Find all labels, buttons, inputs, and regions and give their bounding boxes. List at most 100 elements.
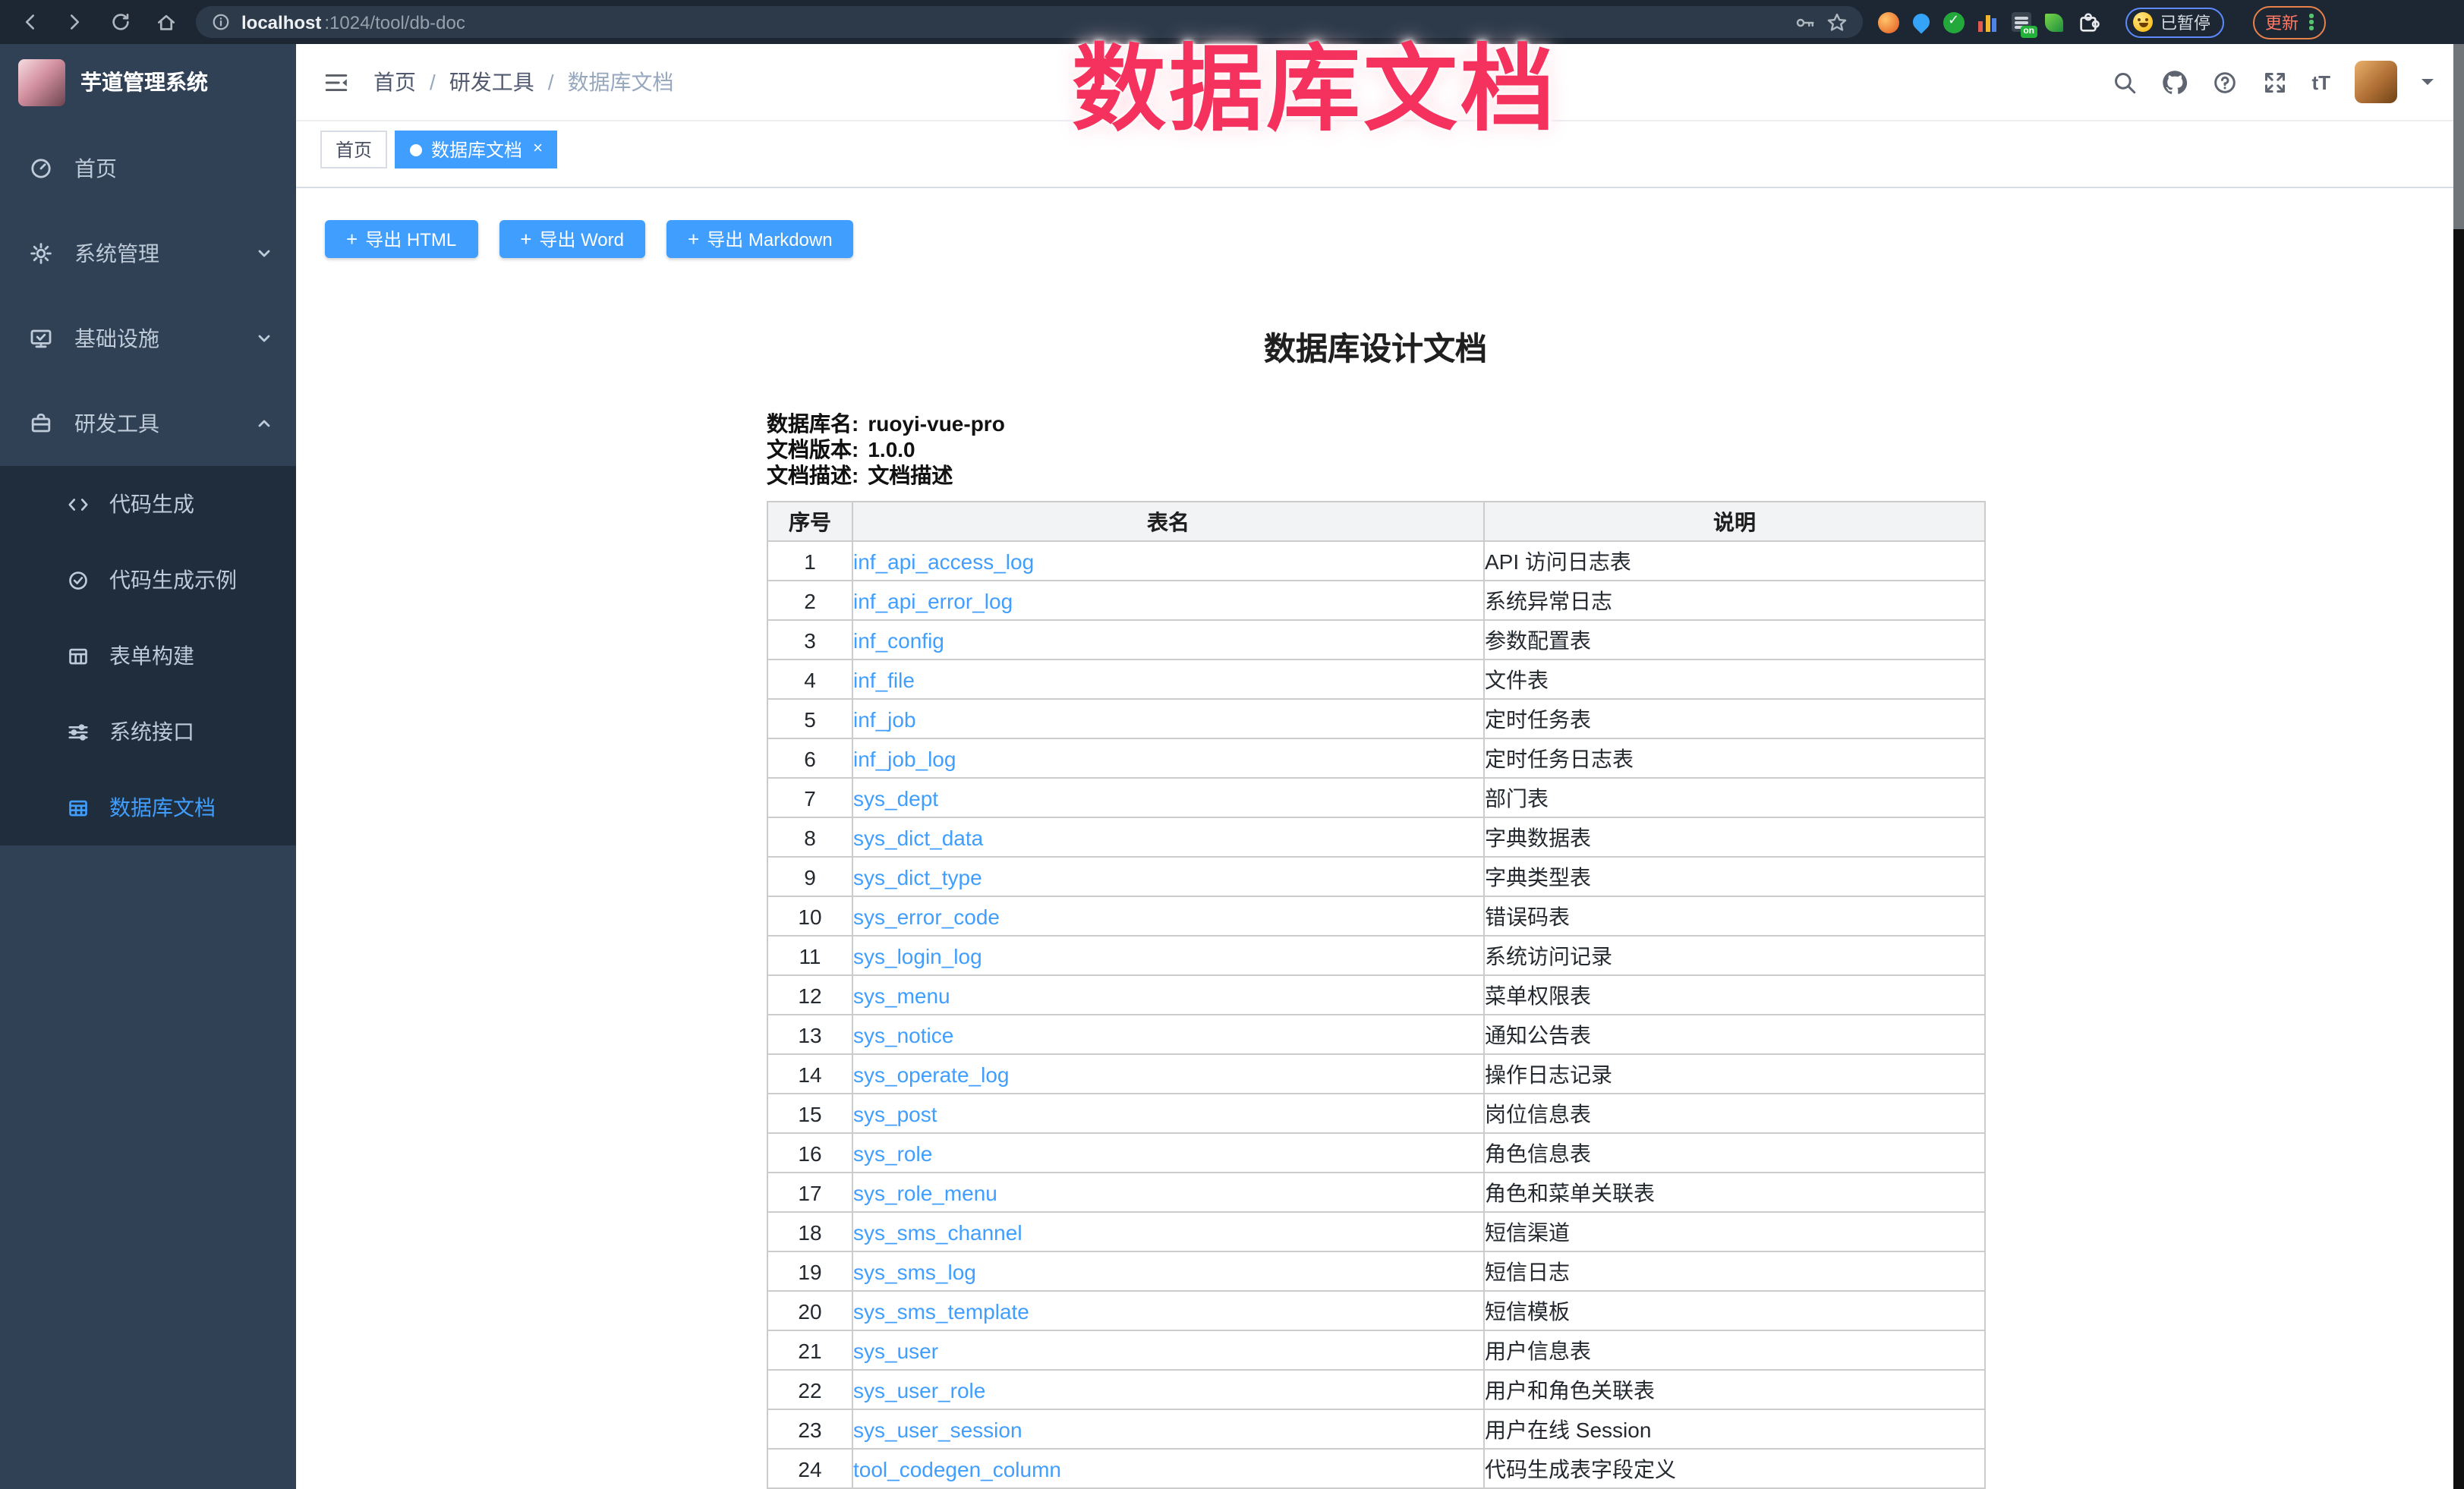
table-name-link[interactable]: inf_job xyxy=(853,707,916,731)
table-desc: 用户信息表 xyxy=(1484,1330,1985,1370)
sidebar-item-code-gen-example[interactable]: 代码生成示例 xyxy=(0,542,296,618)
key-icon[interactable] xyxy=(1794,11,1816,33)
breadcrumb-dev-tools[interactable]: 研发工具 xyxy=(449,67,534,97)
sidebar-item-code-gen[interactable]: 代码生成 xyxy=(0,466,296,542)
scrollbar-thumb[interactable] xyxy=(2453,44,2464,229)
table-name-link[interactable]: inf_file xyxy=(853,667,915,691)
table-row: 14 sys_operate_log 操作日志记录 xyxy=(767,1054,1985,1094)
table-name-link[interactable]: inf_api_access_log xyxy=(853,549,1034,573)
browser-update-menu[interactable]: 更新 xyxy=(2253,5,2325,39)
table-name-link[interactable]: sys_sms_log xyxy=(853,1259,976,1283)
table-name-link[interactable]: sys_role xyxy=(853,1141,932,1165)
collapse-sidebar-icon[interactable] xyxy=(323,69,349,95)
url-bar[interactable]: localhost:1024/tool/db-doc xyxy=(196,6,1863,38)
kebab-menu-icon[interactable] xyxy=(2309,14,2313,30)
table-name-link[interactable]: sys_dict_data xyxy=(853,825,983,849)
sidebar-submenu-dev-tools: 代码生成 代码生成示例 表单构建 系统接口 数据库文档 xyxy=(0,466,296,845)
export-toolbar: + 导出 HTML + 导出 Word + 导出 Markdown xyxy=(325,220,2464,258)
breadcrumb-current: 数据库文档 xyxy=(568,67,674,97)
table-name-link[interactable]: inf_api_error_log xyxy=(853,588,1013,612)
fullscreen-icon[interactable] xyxy=(2261,69,2287,95)
sidebar: 芋道管理系统 首页 系统管理 基础设施 xyxy=(0,44,296,1489)
paused-extension-badge[interactable]: 已暂停 xyxy=(2125,7,2224,37)
field-value: 1.0.0 xyxy=(868,437,915,463)
close-tab-icon[interactable]: × xyxy=(533,141,543,158)
github-icon[interactable] xyxy=(2161,69,2187,95)
breadcrumb-home[interactable]: 首页 xyxy=(373,67,416,97)
table-name-link[interactable]: sys_dept xyxy=(853,785,938,810)
switch-extension-icon[interactable]: on xyxy=(2012,12,2031,32)
tab-label: 数据库文档 xyxy=(431,137,522,162)
sidebar-item-home[interactable]: 首页 xyxy=(0,126,296,211)
table-desc: 角色信息表 xyxy=(1484,1133,1985,1173)
table-name-link[interactable]: sys_post xyxy=(853,1101,937,1125)
back-icon[interactable] xyxy=(18,11,41,33)
table-name-link[interactable]: sys_user_role xyxy=(853,1377,985,1402)
row-index: 14 xyxy=(767,1054,852,1094)
table-name-link[interactable]: sys_sms_template xyxy=(853,1299,1029,1323)
search-icon[interactable] xyxy=(2111,69,2137,95)
doc-version-field: 文档版本: 1.0.0 xyxy=(767,437,1984,463)
paused-label: 已暂停 xyxy=(2160,10,2210,34)
puzzle-extensions-icon[interactable] xyxy=(2077,11,2100,33)
stats-extension-icon[interactable] xyxy=(1978,12,1998,32)
button-label: 导出 Word xyxy=(539,226,624,252)
export-markdown-button[interactable]: + 导出 Markdown xyxy=(666,220,854,258)
avatar-caret-down-icon[interactable] xyxy=(2421,79,2434,91)
table-name-link[interactable]: tool_codegen_column xyxy=(853,1456,1061,1481)
sidebar-item-system-api[interactable]: 系统接口 xyxy=(0,694,296,770)
green-check-extension-icon[interactable] xyxy=(1943,11,1965,33)
forward-icon[interactable] xyxy=(64,11,87,33)
table-name-link[interactable]: sys_sms_channel xyxy=(853,1220,1022,1244)
font-size-icon[interactable]: tT xyxy=(2311,71,2330,93)
form-icon xyxy=(67,644,90,667)
col-header-no: 序号 xyxy=(767,502,852,541)
table-row: 20 sys_sms_template 短信模板 xyxy=(767,1291,1985,1330)
reload-icon[interactable] xyxy=(109,11,132,33)
table-name-link[interactable]: sys_operate_log xyxy=(853,1062,1010,1086)
tables-index-table: 序号 表名 说明 1 inf_api_access_log xyxy=(767,501,1986,1489)
sidebar-item-system-mgmt[interactable]: 系统管理 xyxy=(0,211,296,296)
table-name-link[interactable]: sys_user_session xyxy=(853,1417,1022,1441)
table-name-link[interactable]: sys_menu xyxy=(853,983,950,1007)
browser-scrollbar[interactable] xyxy=(2453,44,2464,1489)
table-desc: 代码生成表字段定义 xyxy=(1484,1449,1985,1488)
toolbox-icon xyxy=(29,411,53,436)
table-name-link[interactable]: sys_role_menu xyxy=(853,1180,997,1204)
table-name-link[interactable]: sys_login_log xyxy=(853,943,982,968)
home-icon[interactable] xyxy=(155,11,178,33)
sidebar-item-infrastructure[interactable]: 基础设施 xyxy=(0,296,296,381)
table-name-link[interactable]: sys_notice xyxy=(853,1022,953,1047)
table-desc: 文件表 xyxy=(1484,660,1985,699)
sidebar-item-db-doc[interactable]: 数据库文档 xyxy=(0,770,296,845)
bookmark-star-icon[interactable] xyxy=(1826,11,1848,33)
orange-extension-icon[interactable] xyxy=(1878,11,1899,33)
user-avatar[interactable] xyxy=(2355,61,2397,103)
table-name-link[interactable]: inf_config xyxy=(853,628,944,652)
sidebar-item-label: 代码生成 xyxy=(109,489,194,519)
row-index: 16 xyxy=(767,1133,852,1173)
leaf-extension-icon[interactable] xyxy=(2045,13,2063,31)
help-icon[interactable] xyxy=(2211,69,2237,95)
table-name-link[interactable]: inf_job_log xyxy=(853,746,956,770)
table-name-link[interactable]: sys_dict_type xyxy=(853,864,982,889)
pin-extension-icon[interactable] xyxy=(1909,10,1933,33)
table-row: 16 sys_role 角色信息表 xyxy=(767,1133,1985,1173)
table-desc: 菜单权限表 xyxy=(1484,975,1985,1015)
row-index: 1 xyxy=(767,541,852,581)
gear-icon xyxy=(29,241,53,266)
sidebar-item-label: 系统管理 xyxy=(74,238,159,269)
export-word-button[interactable]: + 导出 Word xyxy=(499,220,645,258)
table-grid-icon xyxy=(67,796,90,819)
tab-db-doc[interactable]: 数据库文档 × xyxy=(395,131,558,168)
table-name-link[interactable]: sys_user xyxy=(853,1338,938,1362)
sidebar-item-dev-tools[interactable]: 研发工具 xyxy=(0,381,296,466)
table-desc: 短信渠道 xyxy=(1484,1212,1985,1251)
site-info-icon[interactable] xyxy=(211,12,231,32)
table-name-link[interactable]: sys_error_code xyxy=(853,904,1000,928)
table-desc: 短信模板 xyxy=(1484,1291,1985,1330)
export-html-button[interactable]: + 导出 HTML xyxy=(325,220,477,258)
sidebar-item-form-builder[interactable]: 表单构建 xyxy=(0,618,296,694)
app-logo[interactable]: 芋道管理系统 xyxy=(0,44,296,120)
tab-home[interactable]: 首页 xyxy=(320,131,387,168)
